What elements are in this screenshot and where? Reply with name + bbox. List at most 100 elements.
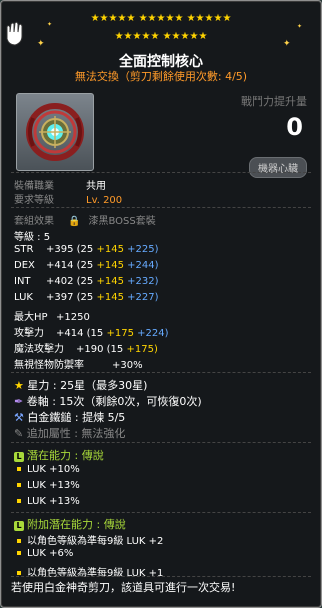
potential-grade: 傳說 [81,449,104,462]
stat-name: INT [14,276,31,287]
item-icon-frame [16,93,94,171]
star-icon: ★ [14,379,24,392]
add-potential-line-text: 以角色等級為準每9級 LUK +1 [27,568,164,579]
combat-power-label: 戰鬥力提升量 [241,95,307,108]
divider [11,442,311,443]
add-potential-line: LUK +6% [14,548,73,559]
machine-heart-badge: 機器心臟 [249,157,307,178]
magic-attack-plus: +175) [126,344,158,355]
hammer-text: 白金鐵鎚 : 提煉 5/5 [27,411,126,424]
scroll-icon: ✒ [14,395,24,408]
attack-total: +414 [56,328,84,339]
bullet-icon [17,551,21,555]
legendary-potential-icon: L [14,452,24,462]
attack-plus-enhance: +224) [137,328,169,339]
divider [11,207,311,208]
stat-name: STR [14,244,34,255]
magic-attack-row: 魔法攻擊力 +190 (15 +175) [14,340,158,355]
stat-base: (25 [76,292,94,303]
stat-plus-flame: +145 [96,260,124,271]
stat-row-dex: DEX +414 (25 +145 +244) [14,260,159,271]
bullet-icon [17,571,21,575]
bullet-icon [17,539,21,543]
scroll-text: 卷軸 : 15次（剩餘0次，可恢復0次) [26,395,202,408]
legendary-add-potential-icon: L [14,521,24,531]
stat-plus-flame: +145 [96,276,124,287]
item-tooltip: ✦ ✦ ✦ ✦ ★★★★★ ★★★★★ ★★★★★ ★★★★★ ★★★★★ 全面… [0,0,322,608]
set-effect-label: 套組效果 [14,216,54,227]
add-potential-header: L 附加潛在能力 : 傳說 [14,516,126,532]
lock-icon: 🔒 [68,216,81,227]
ignore-def-value: +30% [112,360,143,371]
core-gem-icon [26,103,84,161]
req-level-row: 要求等級 Lv. 200 [14,191,122,206]
divider [11,576,311,577]
stat-plus-flame: +145 [96,244,124,255]
stat-plus-flame: +145 [96,292,124,303]
stat-name: LUK [14,292,33,303]
stat-row-str: STR +395 (25 +145 +225) [14,244,159,255]
bullet-icon [17,467,21,471]
magic-attack-base: (15 [106,344,124,355]
stat-plus-enhance: +227) [127,292,159,303]
potential-header: L 潛在能力 : 傳說 [14,447,104,463]
star-force-text: 星力 : 25星（最多30星) [27,379,148,392]
stat-plus-enhance: +225) [127,244,159,255]
stat-row-luk: LUK +397 (25 +145 +227) [14,292,159,303]
max-hp-label: 最大HP [14,312,48,323]
stat-base: (25 [76,276,94,287]
attack-plus-flame: +175 [106,328,134,339]
trade-note: 若使用白金神奇剪刀，該道具可進行一次交易! [11,581,236,594]
potential-line-text: LUK +13% [27,496,80,507]
add-potential-line-text: 以角色等級為準每9級 LUK +2 [27,536,164,547]
set-effect-row: 套組效果 🔒 漆黑BOSS套裝 [14,212,156,227]
stat-total: +414 [46,260,74,271]
potential-line-text: LUK +13% [27,480,80,491]
equip-job-label: 裝備職業 [14,181,54,192]
add-potential-grade: 傳說 [103,518,126,531]
potential-label: 潛在能力 : [27,449,79,462]
magic-attack-label: 魔法攻擊力 [14,344,64,355]
extra-attribute-info: ✎ 追加屬性 : 無法強化 [14,425,125,441]
extra-attribute-icon: ✎ [14,427,24,440]
equip-job-row: 裝備職業 共用 [14,177,106,192]
star-force-info: ★ 星力 : 25星（最多30星) [14,377,147,393]
attack-base: (15 [86,328,104,339]
stat-base: (25 [76,244,94,255]
extra-attribute-text: 追加屬性 : 無法強化 [26,427,126,440]
potential-line: LUK +10% [14,464,80,475]
ignore-def-label: 無視怪物防禦率 [14,360,84,371]
divider [11,372,311,373]
stat-row-int: INT +402 (25 +145 +232) [14,276,159,287]
potential-line: LUK +13% [14,480,80,491]
divider [11,512,311,513]
ignore-def-row: 無視怪物防禦率 +30% [14,356,143,371]
attack-label: 攻擊力 [14,328,44,339]
stat-name: DEX [14,260,35,271]
star-force-row-2: ★★★★★ ★★★★★ [114,31,208,42]
stat-total: +397 [46,292,74,303]
stat-plus-enhance: +232) [127,276,159,287]
hammer-icon: ⚒ [14,411,24,424]
potential-line: LUK +13% [14,496,80,507]
stat-total: +402 [46,276,74,287]
max-hp-value: +1250 [56,312,90,323]
add-potential-line: 以角色等級為準每9級 LUK +2 [14,532,163,547]
max-hp-row: 最大HP +1250 [14,308,90,323]
req-level-value: Lv. 200 [86,195,123,206]
attack-row: 攻擊力 +414 (15 +175 +224) [14,324,169,339]
scroll-info: ✒ 卷軸 : 15次（剩餘0次，可恢復0次) [14,393,202,409]
bullet-icon [17,483,21,487]
set-effect-value: 漆黑BOSS套裝 [88,216,156,227]
grade-row: 等級 : 5 [14,232,51,243]
bullet-icon [17,499,21,503]
stat-plus-enhance: +244) [127,260,159,271]
star-force-row-1: ★★★★★ ★★★★★ ★★★★★ [90,13,232,24]
add-potential-label: 附加潛在能力 : [27,518,101,531]
add-potential-line-text: LUK +6% [27,548,74,559]
divider [11,172,311,173]
trade-status: 無法交換（剪刀剩餘使用次數: 4/5) [74,70,248,83]
stat-base: (25 [76,260,94,271]
magic-attack-total: +190 [76,344,104,355]
combat-power-value: 0 [286,113,303,141]
